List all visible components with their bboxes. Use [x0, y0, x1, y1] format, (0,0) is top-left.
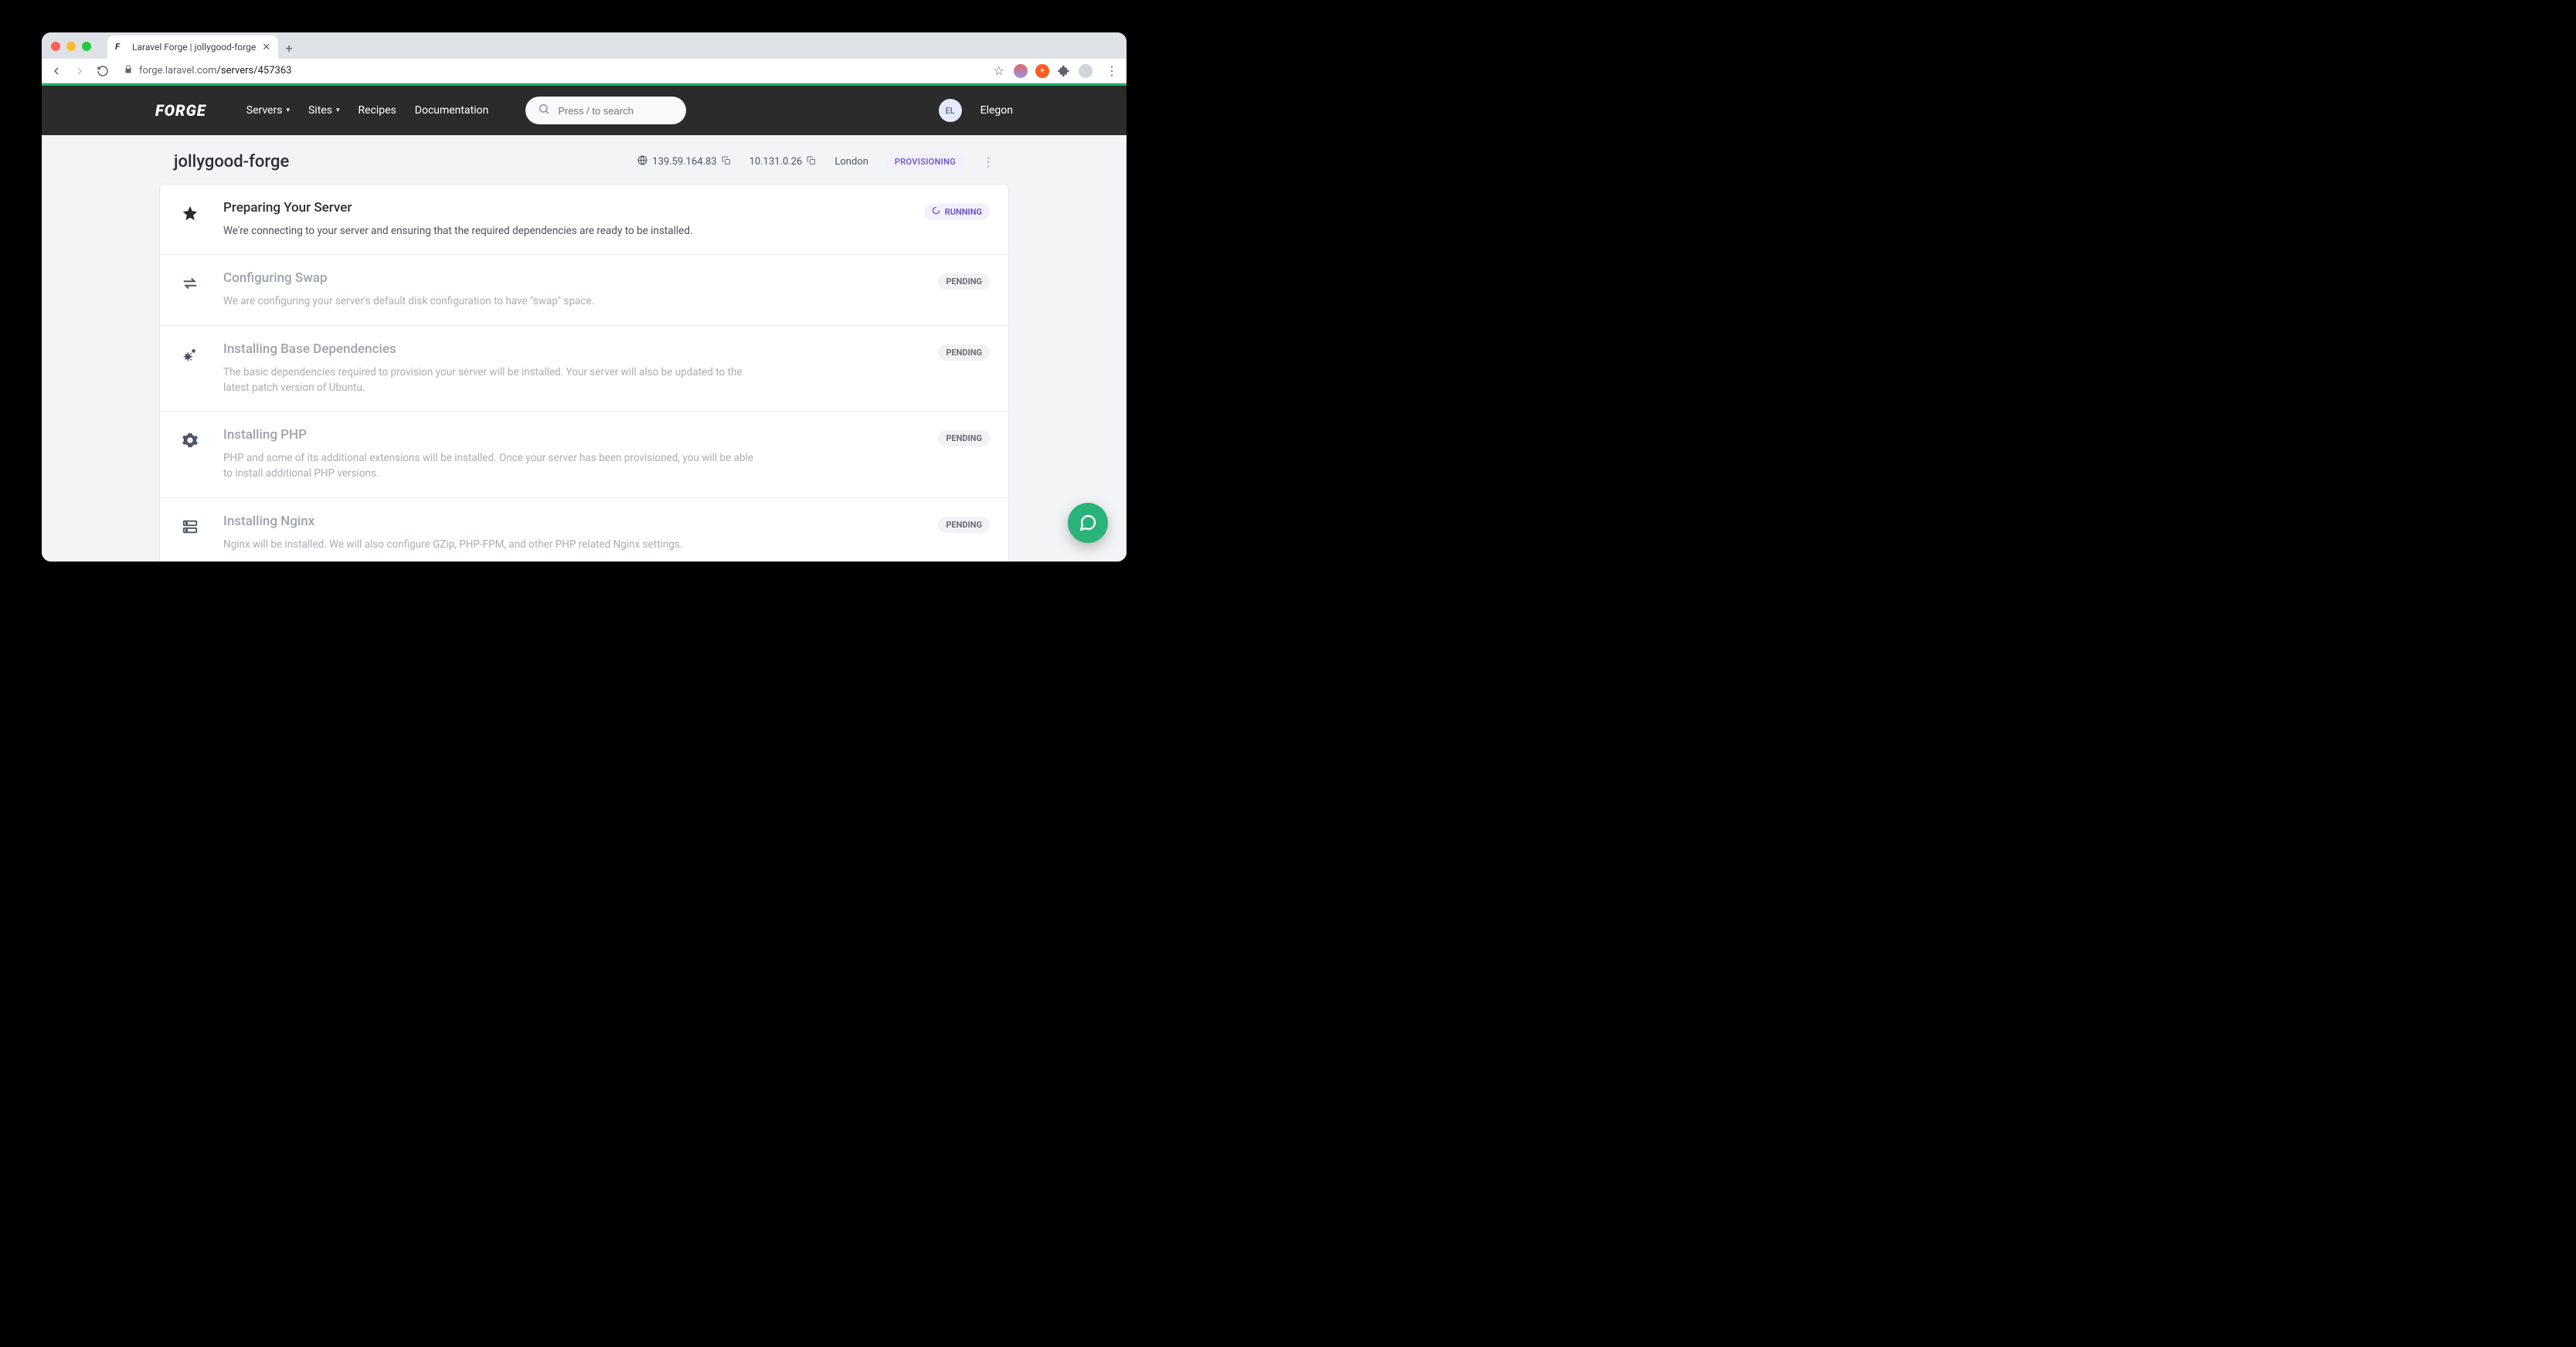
bookmark-star-icon[interactable]: ☆ — [994, 63, 1004, 78]
nav-servers[interactable]: Servers▾ — [246, 104, 290, 117]
app-nav: FORGE Servers▾ Sites▾ Recipes Documentat… — [42, 86, 1127, 135]
browser-window: F Laravel Forge | jollygood-forge ✕ + fo… — [42, 32, 1127, 562]
extension-icon[interactable]: + — [1035, 64, 1049, 78]
status-badge-running: RUNNING — [924, 203, 990, 220]
window-minimize-button[interactable] — [66, 42, 76, 51]
user-avatar[interactable]: EL — [939, 99, 962, 122]
forward-button[interactable] — [73, 64, 87, 78]
step-title: Preparing Your Server — [223, 200, 902, 215]
profile-avatar[interactable] — [1079, 64, 1093, 78]
step-desc: The basic dependencies required to provi… — [223, 365, 764, 396]
step-desc: We are configuring your server's default… — [223, 293, 916, 309]
provisioning-steps: Preparing Your Server We're connecting t… — [159, 184, 1009, 562]
server-name: jollygood-forge — [174, 152, 289, 171]
star-icon — [178, 205, 202, 222]
status-badge-pending: PENDING — [938, 517, 990, 533]
step-preparing: Preparing Your Server We're connecting t… — [160, 185, 1008, 255]
step-title: Installing Nginx — [223, 514, 916, 529]
globe-icon — [637, 155, 647, 168]
reload-button[interactable] — [96, 64, 110, 78]
logo[interactable]: FORGE — [155, 101, 206, 120]
nav-links: Servers▾ Sites▾ Recipes Documentation — [246, 104, 489, 117]
address-bar[interactable]: forge.laravel.com/servers/457363 — [119, 65, 984, 76]
step-title: Installing Base Dependencies — [223, 341, 916, 357]
page-content: FORGE Servers▾ Sites▾ Recipes Documentat… — [42, 86, 1127, 562]
step-desc: PHP and some of its additional extension… — [223, 450, 764, 482]
nav-sites[interactable]: Sites▾ — [308, 104, 339, 117]
server-menu-button[interactable]: ⋮ — [982, 154, 994, 169]
url-host: forge.laravel.com — [139, 65, 217, 76]
user-name[interactable]: Elegon — [980, 104, 1013, 117]
step-title: Configuring Swap — [223, 270, 916, 286]
swap-icon — [178, 275, 202, 292]
browser-tab[interactable]: F Laravel Forge | jollygood-forge ✕ — [107, 36, 278, 59]
step-php: Installing PHP PHP and some of its addit… — [160, 412, 1008, 498]
copy-icon[interactable] — [807, 156, 816, 168]
step-nginx: Installing Nginx Nginx will be installed… — [160, 498, 1008, 562]
public-ip: 139.59.164.83 — [637, 155, 730, 168]
close-tab-icon[interactable]: ✕ — [262, 42, 270, 53]
private-ip: 10.131.0.26 — [749, 156, 817, 168]
status-badge-pending: PENDING — [938, 344, 990, 361]
browser-tab-bar: F Laravel Forge | jollygood-forge ✕ + — [42, 32, 1127, 59]
nav-recipes[interactable]: Recipes — [358, 104, 396, 117]
browser-menu-button[interactable]: ⋮ — [1105, 64, 1119, 78]
step-desc: Nginx will be installed. We will also co… — [223, 537, 916, 552]
url-path: /servers/457363 — [217, 65, 292, 76]
favicon: F — [115, 42, 126, 53]
new-tab-button[interactable]: + — [278, 37, 300, 59]
search-box[interactable] — [525, 97, 686, 124]
window-maximize-button[interactable] — [82, 42, 91, 51]
server-header: jollygood-forge 139.59.164.83 10.131.0.2… — [155, 135, 1013, 184]
extensions-button[interactable] — [1057, 64, 1071, 78]
traffic-lights — [51, 42, 91, 51]
help-button[interactable] — [1068, 503, 1108, 543]
spinner-icon — [932, 206, 940, 217]
extension-icon[interactable] — [1014, 64, 1028, 78]
step-title: Installing PHP — [223, 427, 916, 443]
step-base-deps: Installing Base Dependencies The basic d… — [160, 326, 1008, 412]
server-icon — [178, 518, 202, 535]
status-badge-pending: PENDING — [938, 430, 990, 446]
gear-icon — [178, 432, 202, 449]
step-desc: We're connecting to your server and ensu… — [223, 223, 902, 239]
status-badge-pending: PENDING — [938, 273, 990, 290]
window-close-button[interactable] — [51, 42, 60, 51]
extension-icons: + — [1014, 64, 1093, 78]
server-status-badge: PROVISIONING — [887, 154, 963, 170]
tab-title: Laravel Forge | jollygood-forge — [132, 42, 256, 53]
gears-icon — [178, 346, 202, 363]
server-region: London — [834, 156, 868, 168]
step-swap: Configuring Swap We are configuring your… — [160, 255, 1008, 325]
caret-down-icon: ▾ — [286, 107, 290, 114]
copy-icon[interactable] — [722, 156, 731, 168]
caret-down-icon: ▾ — [336, 107, 340, 114]
browser-toolbar: forge.laravel.com/servers/457363 ☆ + ⋮ — [42, 59, 1127, 83]
lock-icon — [124, 65, 133, 76]
search-icon — [538, 103, 550, 118]
search-input[interactable] — [558, 105, 674, 117]
back-button[interactable] — [49, 64, 63, 78]
nav-docs[interactable]: Documentation — [415, 104, 489, 117]
